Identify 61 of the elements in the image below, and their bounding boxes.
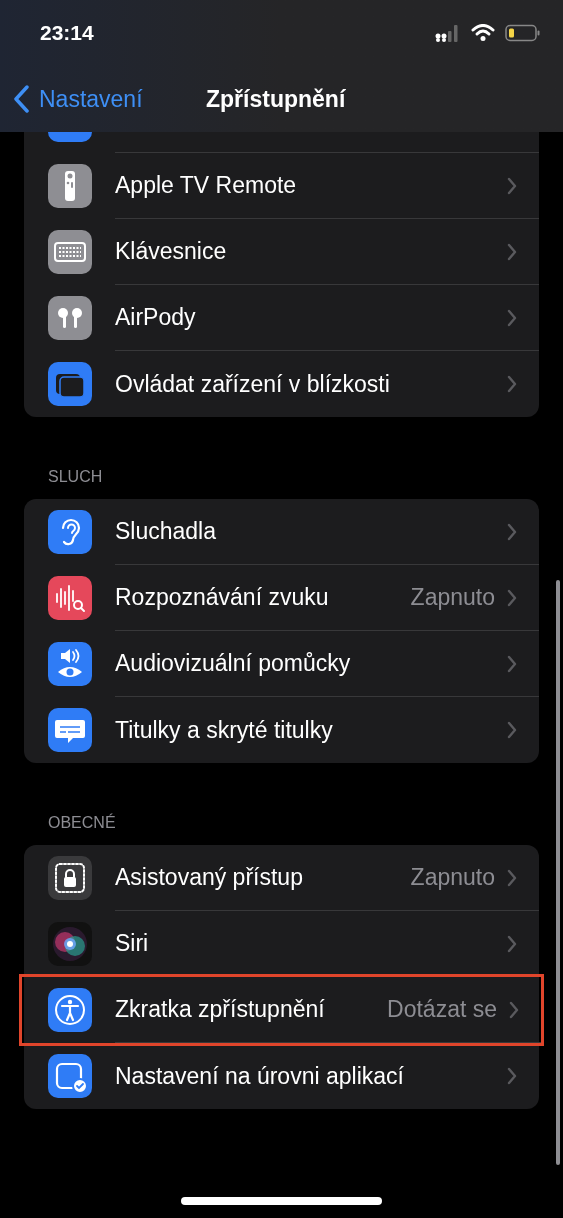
ear-icon <box>48 510 92 554</box>
earbuds-icon <box>48 296 92 340</box>
status-time: 23:14 <box>40 20 94 47</box>
lock-icon <box>48 856 92 900</box>
settings-row[interactable]: Apple TV Remote <box>24 153 539 219</box>
row-label: Zkratka zpřístupnění <box>115 995 325 1025</box>
chevron-icon <box>507 308 517 327</box>
back-button[interactable]: Nastavení <box>0 81 143 117</box>
chevron-icon <box>507 934 517 953</box>
settings-row[interactable]: Klávesnice <box>24 219 539 285</box>
chevron-icon <box>507 654 517 673</box>
settings-row[interactable]: Ovládat zařízení v blízkosti <box>24 351 539 417</box>
accessibility-icon <box>48 988 92 1032</box>
chevron-icon <box>507 868 517 887</box>
wifi-icon <box>471 24 495 42</box>
row-label: Klávesnice <box>115 237 227 267</box>
chevron-icon <box>507 176 517 195</box>
app-icon <box>48 132 92 142</box>
chevron-icon <box>507 375 517 393</box>
remote-icon <box>48 164 92 208</box>
settings-row[interactable]: Asistovaný přístup Zapnuto <box>24 845 539 911</box>
page-title: Zpřístupnění <box>206 84 346 114</box>
row-value: Zapnuto <box>410 583 495 613</box>
chevron-icon <box>509 1000 519 1019</box>
settings-row[interactable]: Siri <box>24 911 539 977</box>
row-label: Ovládat zařízení v blízkosti <box>115 369 390 399</box>
row-value: Dotázat se <box>387 995 497 1025</box>
chevron-icon <box>507 1067 517 1085</box>
row-label: Sluchadla <box>115 517 217 547</box>
chevron-icon <box>507 242 517 261</box>
settings-row[interactable]: Zkratka zpřístupnění Dotázat se <box>22 977 541 1043</box>
row-label: Asistovaný přístup <box>115 863 303 893</box>
section-header: OBECNÉ <box>47 812 117 833</box>
settings-row[interactable]: Titulky a skryté titulky <box>24 697 539 763</box>
settings-row[interactable]: AirPody <box>24 285 539 351</box>
orb-icon <box>48 922 92 966</box>
battery-icon <box>505 24 541 42</box>
settings-row[interactable]: Audiovizuální pomůcky <box>24 631 539 697</box>
row-label: Nastavení na úrovni aplikací <box>115 1061 404 1091</box>
settings-row[interactable]: Nastavení na úrovni aplikací <box>24 1043 539 1109</box>
settings-row[interactable]: Sluchadla <box>24 499 539 565</box>
row-label: AirPody <box>115 303 196 333</box>
chat-bubble-icon <box>48 708 92 752</box>
row-label: Apple TV Remote <box>115 171 297 201</box>
section-header: SLUCH <box>47 467 104 487</box>
row-label: Siri <box>115 929 149 959</box>
row-label: Audiovizuální pomůcky <box>115 649 351 679</box>
chevron-icon <box>507 588 517 607</box>
app-check-icon <box>48 1054 92 1098</box>
chevron-icon <box>507 522 517 541</box>
keyboard-icon <box>48 230 92 274</box>
cellular-signal-icon <box>435 24 461 42</box>
row-label: Rozpoznávání zvuku <box>115 583 329 613</box>
speaker-eye-icon <box>48 642 92 686</box>
row-value: Zapnuto <box>410 863 495 893</box>
chevron-icon <box>507 721 517 739</box>
settings-row[interactable]: Rozpoznávání zvuku Zapnuto <box>24 565 539 631</box>
row-label: Titulky a skryté titulky <box>115 715 333 745</box>
back-chevron-icon <box>13 85 29 113</box>
windows-icon <box>48 362 92 406</box>
sound-wave-icon <box>48 576 92 620</box>
